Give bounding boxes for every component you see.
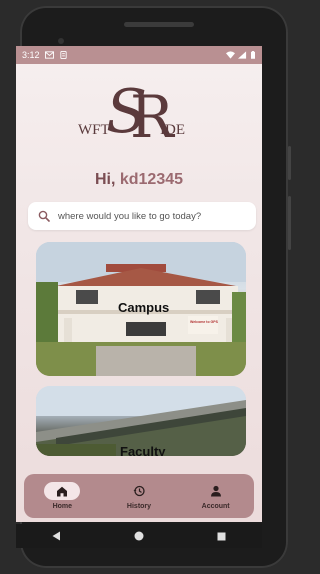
front-camera xyxy=(58,38,64,44)
gmail-icon xyxy=(44,51,54,59)
account-icon xyxy=(210,485,221,497)
greeting-prefix: Hi, xyxy=(94,171,116,188)
earpiece-speaker xyxy=(124,22,194,27)
swiftride-logo: S R WFT IDE xyxy=(72,82,202,164)
nav-home[interactable]: Home xyxy=(32,482,92,510)
app-screen: 3:12 S R WFT IDE Hi, kd12345 where would… xyxy=(16,46,262,522)
campus-card-label: Campus xyxy=(118,300,170,315)
nav-home-label: Home xyxy=(52,503,73,510)
logo-text-right: IDE xyxy=(160,122,185,138)
nav-home-indicator xyxy=(44,482,81,500)
battery-icon xyxy=(251,51,255,59)
history-icon xyxy=(133,485,145,497)
volume-button xyxy=(288,196,291,250)
faculty-card[interactable]: Faculty xyxy=(36,386,246,456)
search-bar[interactable] xyxy=(28,202,256,230)
nav-history-label: History xyxy=(126,503,152,510)
logo-text-left: WFT xyxy=(78,122,110,138)
greeting-heading: Hi, kd12345 xyxy=(16,171,262,189)
status-bar: 3:12 xyxy=(16,46,262,64)
status-time: 3:12 xyxy=(22,50,40,60)
back-icon[interactable] xyxy=(52,531,61,541)
signal-icon xyxy=(238,51,247,59)
wifi-icon xyxy=(226,51,235,59)
search-input[interactable] xyxy=(58,210,238,222)
search-icon xyxy=(38,210,50,222)
nav-history[interactable]: History xyxy=(109,482,169,510)
nav-account-indicator xyxy=(198,482,234,500)
recents-icon[interactable] xyxy=(217,532,226,541)
campus-sign-text: Welcome to GPS xyxy=(190,320,218,324)
home-icon xyxy=(57,486,68,496)
home-circle-icon[interactable] xyxy=(134,531,144,541)
bottom-nav-bar: Home History Account xyxy=(24,474,254,518)
system-nav-bar xyxy=(16,524,262,548)
greeting-username: kd12345 xyxy=(119,171,184,188)
faculty-card-label: Faculty xyxy=(120,444,166,456)
power-button xyxy=(288,146,291,180)
nav-history-indicator xyxy=(121,482,157,500)
campus-card[interactable]: Campus Welcome to GPS xyxy=(36,242,246,376)
nav-account[interactable]: Account xyxy=(186,482,246,510)
nav-account-label: Account xyxy=(201,503,230,510)
storage-icon xyxy=(59,51,67,59)
